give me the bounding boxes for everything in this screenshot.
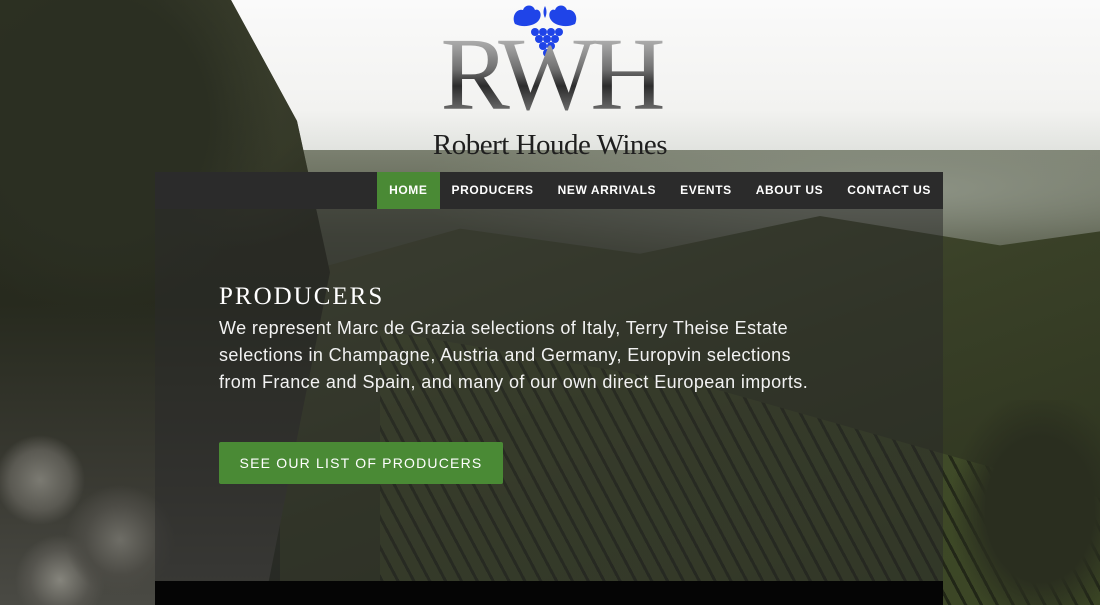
logo-wordmark: Robert Houde Wines	[432, 129, 668, 161]
nav-item-home[interactable]: HOME	[377, 172, 440, 209]
logo-monogram: RWH	[425, 20, 675, 130]
nav-item-about-us[interactable]: ABOUT US	[744, 172, 835, 209]
hero-description: We represent Marc de Grazia selections o…	[219, 318, 809, 392]
main-navigation: HOME PRODUCERS NEW ARRIVALS EVENTS ABOUT…	[155, 172, 943, 209]
see-producers-button[interactable]: SEE OUR LIST OF PRODUCERS	[219, 442, 503, 484]
site-logo[interactable]: RWH Robert Houde Wines	[425, 2, 675, 162]
hero-title: PRODUCERS	[219, 283, 385, 310]
hero-panel: PRODUCERS We represent Marc de Grazia se…	[155, 209, 943, 582]
nav-item-contact-us[interactable]: CONTACT US	[835, 172, 943, 209]
nav-item-events[interactable]: EVENTS	[668, 172, 744, 209]
content-area-top-edge	[155, 581, 943, 605]
nav-item-producers[interactable]: PRODUCERS	[440, 172, 546, 209]
nav-item-new-arrivals[interactable]: NEW ARRIVALS	[546, 172, 669, 209]
nav-menu: HOME PRODUCERS NEW ARRIVALS EVENTS ABOUT…	[377, 172, 943, 209]
trees-right	[940, 400, 1100, 605]
